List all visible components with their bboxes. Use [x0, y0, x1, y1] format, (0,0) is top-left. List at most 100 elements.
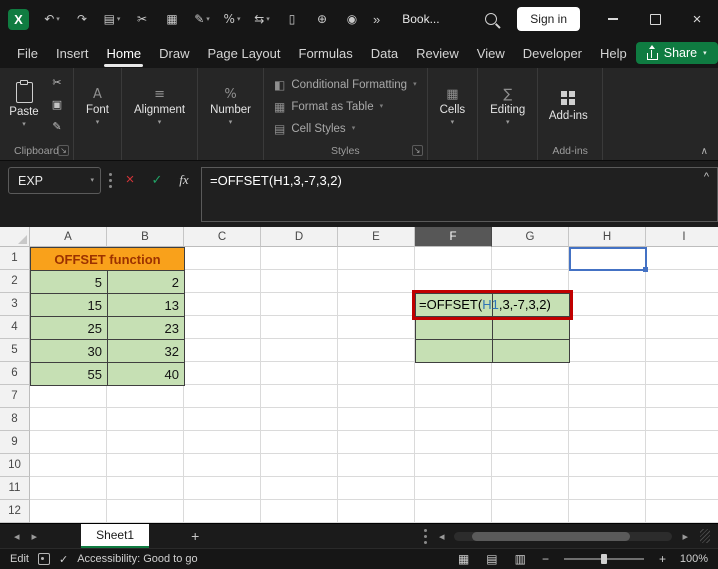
resize-grip[interactable]: [700, 529, 710, 543]
row-header-3[interactable]: 3: [0, 293, 30, 316]
cell-B3[interactable]: 13: [107, 293, 185, 317]
cell-A6[interactable]: 55: [30, 362, 108, 386]
column-header-G[interactable]: G: [492, 227, 569, 247]
minimize-button[interactable]: [592, 0, 634, 38]
menu-tab-home[interactable]: Home: [97, 40, 150, 67]
menu-tab-file[interactable]: File: [8, 40, 47, 67]
zoom-level[interactable]: 100%: [678, 553, 708, 565]
row-header-7[interactable]: 7: [0, 385, 30, 408]
row-header-9[interactable]: 9: [0, 431, 30, 454]
normal-view-button[interactable]: ▦: [454, 552, 473, 566]
column-header-B[interactable]: B: [107, 227, 184, 247]
menu-tab-formulas[interactable]: Formulas: [290, 40, 362, 67]
menu-tab-draw[interactable]: Draw: [150, 40, 198, 67]
percent-style-button[interactable]: % ▾: [217, 6, 247, 32]
collapse-formula-bar-button[interactable]: ^: [704, 171, 709, 183]
zoom-slider-thumb[interactable]: [600, 554, 607, 564]
editing-group-button[interactable]: ∑ Editing ▾: [482, 74, 533, 140]
cut-button[interactable]: ✂: [47, 74, 67, 91]
add-sheet-button[interactable]: +: [183, 528, 207, 544]
row-header-1[interactable]: 1: [0, 247, 30, 270]
cell-B4[interactable]: 23: [107, 316, 185, 340]
format-as-table-button[interactable]: ▦ Format as Table ▾: [268, 98, 423, 116]
close-button[interactable]: ×: [676, 0, 718, 38]
undo-button[interactable]: ↶ ▾: [37, 6, 67, 32]
cell-A5[interactable]: 30: [30, 339, 108, 363]
cell-B6[interactable]: 40: [107, 362, 185, 386]
menu-tab-insert[interactable]: Insert: [47, 40, 98, 67]
menu-tab-help[interactable]: Help: [591, 40, 636, 67]
accessibility-status[interactable]: Accessibility: Good to go: [77, 553, 197, 565]
cell-B5[interactable]: 32: [107, 339, 185, 363]
redo-button[interactable]: ↷: [67, 6, 97, 32]
zoom-out-button[interactable]: −: [539, 552, 552, 566]
enter-button[interactable]: ✓: [147, 167, 167, 192]
menu-tab-data[interactable]: Data: [362, 40, 407, 67]
column-header-E[interactable]: E: [338, 227, 415, 247]
column-header-A[interactable]: A: [30, 227, 107, 247]
number-group-button[interactable]: % Number ▾: [202, 74, 259, 140]
page-break-view-button[interactable]: ▥: [511, 552, 530, 566]
alignment-group-button[interactable]: ≡ Alignment ▾: [126, 74, 193, 140]
row-header-4[interactable]: 4: [0, 316, 30, 339]
column-header-C[interactable]: C: [184, 227, 261, 247]
select-all-button[interactable]: [0, 227, 30, 247]
row-header-5[interactable]: 5: [0, 339, 30, 362]
next-sheet-button[interactable]: ▸: [26, 530, 44, 543]
cell-A4[interactable]: 25: [30, 316, 108, 340]
cells-area[interactable]: OFFSET function 5 2 15 13 25 23 30 32 55 40 =OFFSET…: [30, 247, 718, 523]
sign-in-button[interactable]: Sign in: [517, 7, 580, 31]
row-header-10[interactable]: 10: [0, 454, 30, 477]
in-cell-formula[interactable]: =OFFSET(H1,3,-7,3,2): [419, 293, 567, 316]
insert-object-button[interactable]: ⊕: [307, 6, 337, 32]
tab-splitter-handle[interactable]: [423, 534, 427, 538]
cancel-button[interactable]: ×: [120, 167, 140, 192]
cell-A2[interactable]: 5: [30, 270, 108, 294]
copy-button[interactable]: ▣: [47, 96, 67, 113]
row-header-11[interactable]: 11: [0, 477, 30, 500]
row-header-6[interactable]: 6: [0, 362, 30, 385]
zoom-in-button[interactable]: +: [656, 552, 669, 566]
conditional-formatting-button[interactable]: ◧ Conditional Formatting ▾: [268, 76, 423, 94]
row-header-12[interactable]: 12: [0, 500, 30, 523]
macro-record-icon[interactable]: [37, 553, 50, 565]
scroll-right-button[interactable]: ▸: [676, 530, 694, 543]
paste-button[interactable]: Paste ▾: [4, 71, 44, 137]
cell-B2[interactable]: 2: [107, 270, 185, 294]
row-header-2[interactable]: 2: [0, 270, 30, 293]
maximize-button[interactable]: [634, 0, 676, 38]
cells-group-button[interactable]: ▦ Cells ▾: [432, 74, 474, 140]
name-box[interactable]: EXP ▾: [8, 167, 101, 194]
formula-bar-handle[interactable]: [109, 179, 112, 182]
menu-tab-review[interactable]: Review: [407, 40, 468, 67]
new-document-button[interactable]: ▯: [277, 6, 307, 32]
camera-button[interactable]: ◉: [337, 6, 367, 32]
format-painter-button[interactable]: ✎: [47, 118, 67, 135]
horizontal-scrollbar-track[interactable]: [454, 531, 673, 541]
row-header-8[interactable]: 8: [0, 408, 30, 431]
cell-A3[interactable]: 15: [30, 293, 108, 317]
column-header-I[interactable]: I: [646, 227, 718, 247]
previous-sheet-button[interactable]: ◂: [8, 530, 26, 543]
switch-windows-button[interactable]: ⇆ ▾: [247, 6, 277, 32]
collapse-ribbon-button[interactable]: ∧: [701, 146, 708, 157]
styles-dialog-launcher[interactable]: ↘: [411, 145, 423, 156]
merged-title-cell[interactable]: OFFSET function: [30, 247, 185, 271]
column-header-H[interactable]: H: [569, 227, 646, 247]
sheet-tab-sheet1[interactable]: Sheet1: [81, 524, 150, 548]
share-button[interactable]: Share ▾: [635, 42, 718, 64]
formula-input[interactable]: =OFFSET(H1,3,-7,3,2) ^: [201, 167, 718, 222]
menu-tab-view[interactable]: View: [468, 40, 514, 67]
column-header-F[interactable]: F: [415, 227, 492, 247]
add-ins-button[interactable]: Add-ins: [542, 74, 594, 140]
cut-button[interactable]: ✂: [127, 6, 157, 32]
cell-styles-button[interactable]: ▤ Cell Styles ▾: [268, 120, 423, 138]
scroll-left-button[interactable]: ◂: [433, 530, 451, 543]
menu-tab-developer[interactable]: Developer: [514, 40, 591, 67]
menu-tab-page-layout[interactable]: Page Layout: [199, 40, 290, 67]
clipboard-dialog-launcher[interactable]: ↘: [57, 145, 69, 156]
font-group-button[interactable]: A Font ▾: [78, 74, 117, 140]
search-button[interactable]: [477, 5, 505, 33]
qat-overflow-button[interactable]: »: [367, 12, 386, 27]
page-layout-view-button[interactable]: ▤: [482, 552, 501, 566]
